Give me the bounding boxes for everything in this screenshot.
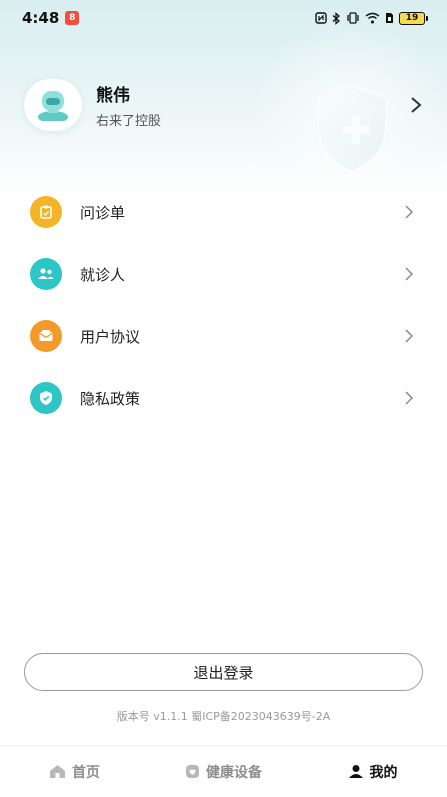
profile-card[interactable]: 熊伟 右来了控股 bbox=[24, 79, 424, 131]
menu-list: 问诊单 就诊人 用户协议 隐私政策 bbox=[0, 181, 447, 429]
chevron-right-icon bbox=[405, 267, 414, 281]
person-icon bbox=[348, 765, 363, 778]
chevron-right-icon bbox=[405, 205, 414, 219]
battery-icon: 19 bbox=[399, 11, 428, 25]
profile-organization: 右来了控股 bbox=[96, 114, 162, 129]
tab-label: 我的 bbox=[369, 764, 398, 781]
tab-home[interactable]: 首页 bbox=[0, 746, 149, 797]
nfc-icon bbox=[315, 12, 327, 24]
tab-label: 首页 bbox=[72, 764, 100, 781]
tab-label: 健康设备 bbox=[206, 764, 262, 781]
home-icon bbox=[50, 765, 65, 778]
menu-item-label: 隐私政策 bbox=[80, 389, 141, 408]
tab-mine[interactable]: 我的 bbox=[298, 746, 447, 797]
chevron-right-icon bbox=[405, 329, 414, 343]
wifi-icon bbox=[365, 12, 380, 24]
menu-item-label: 问诊单 bbox=[80, 203, 126, 222]
menu-item-label: 就诊人 bbox=[80, 265, 126, 284]
menu-item-patients[interactable]: 就诊人 bbox=[0, 243, 447, 305]
notification-badge: 8 bbox=[65, 11, 80, 25]
menu-item-user-agreement[interactable]: 用户协议 bbox=[0, 305, 447, 367]
logout-button[interactable]: 退出登录 bbox=[24, 653, 423, 691]
chevron-right-icon bbox=[405, 391, 414, 405]
profile-name: 熊伟 bbox=[96, 86, 130, 106]
doctor-avatar-icon bbox=[38, 91, 68, 121]
clipboard-icon bbox=[30, 196, 62, 228]
status-bar: 4:48 8 19 bbox=[0, 0, 447, 36]
bottom-tab-bar: 首页 健康设备 我的 bbox=[0, 745, 447, 797]
profile-text: 熊伟 右来了控股 bbox=[96, 81, 408, 129]
device-icon bbox=[186, 765, 199, 778]
envelope-icon bbox=[30, 320, 62, 352]
bluetooth-icon bbox=[332, 11, 341, 25]
people-icon bbox=[30, 258, 62, 290]
status-left: 4:48 8 bbox=[22, 9, 80, 27]
sim-icon bbox=[385, 12, 394, 24]
tab-health-devices[interactable]: 健康设备 bbox=[149, 746, 298, 797]
version-text: 版本号 v1.1.1 蜀ICP备2023043639号-2A bbox=[116, 710, 331, 723]
menu-item-label: 用户协议 bbox=[80, 327, 141, 346]
status-time: 4:48 bbox=[22, 9, 60, 27]
menu-item-privacy-policy[interactable]: 隐私政策 bbox=[0, 367, 447, 429]
chevron-right-icon[interactable] bbox=[408, 95, 424, 115]
menu-item-consultation-form[interactable]: 问诊单 bbox=[0, 181, 447, 243]
vibrate-icon bbox=[346, 12, 360, 24]
status-right: 19 bbox=[315, 11, 428, 25]
avatar bbox=[24, 79, 82, 131]
shield-check-icon bbox=[30, 382, 62, 414]
